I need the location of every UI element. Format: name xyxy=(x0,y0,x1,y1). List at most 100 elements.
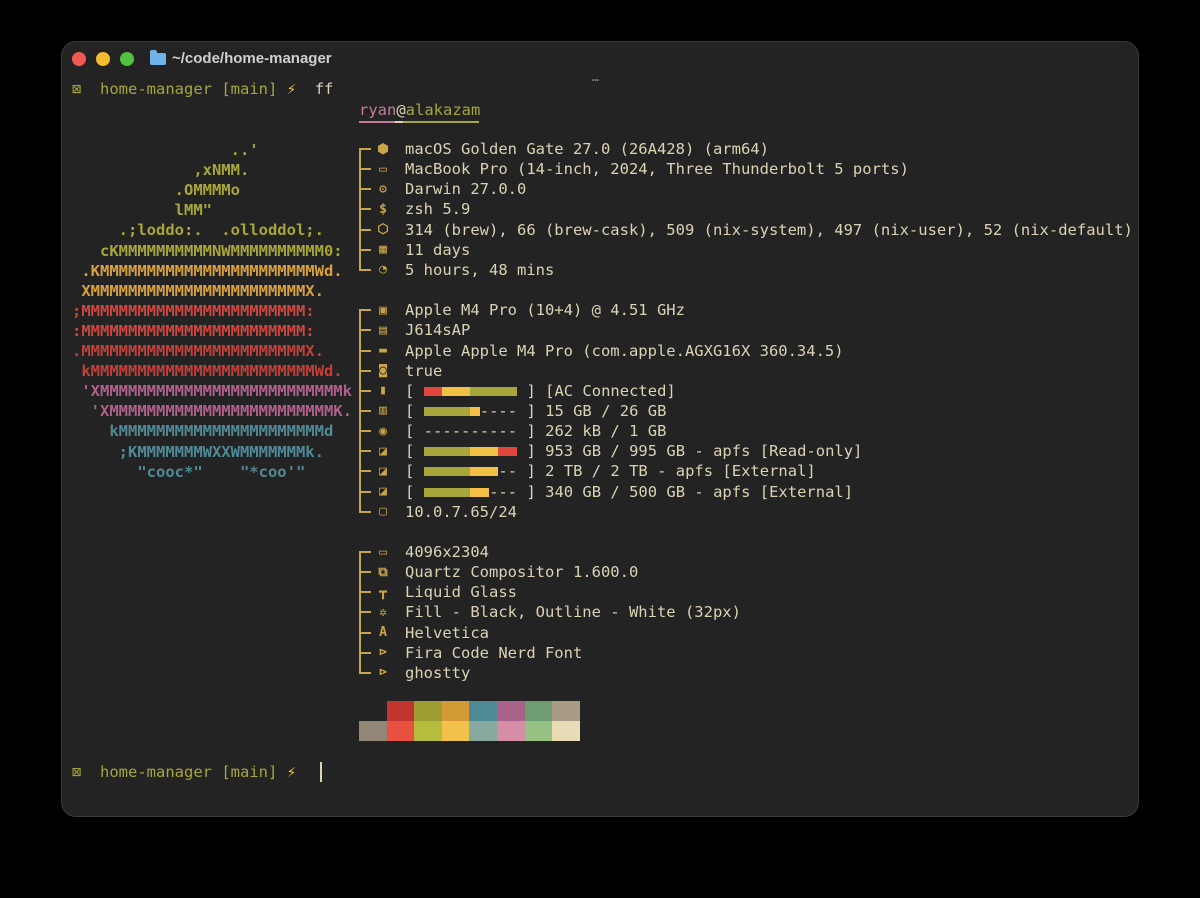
bar-segment-filled xyxy=(423,447,434,457)
bar-segment-empty: - xyxy=(498,422,508,441)
info-row: ▮ [ ] [AC Connected] xyxy=(359,381,676,401)
info-row: ⊳ ghostty xyxy=(359,663,470,683)
color-swatch xyxy=(497,721,525,741)
info-row: ◪ [ -- ] 2 TB / 2 TB - apfs [External] xyxy=(359,461,816,481)
info-row: ◙ true xyxy=(359,361,442,381)
paint-roller-icon: ┳ xyxy=(379,584,387,600)
bolt-icon: ⚡ xyxy=(286,763,297,781)
username: ryan xyxy=(359,101,397,119)
bar-segment-filled xyxy=(470,487,480,497)
color-swatch xyxy=(441,721,470,741)
bar-segment-filled xyxy=(470,406,480,416)
display-icon: ▭ xyxy=(379,544,387,560)
prompt-dir: home-manager xyxy=(100,763,212,781)
bar-open-bracket: [ xyxy=(405,482,424,501)
bar-open-bracket: [ xyxy=(405,422,424,441)
bar-segment-filled xyxy=(461,447,471,457)
bar-segment-filled xyxy=(470,386,480,396)
bar-segment-filled xyxy=(461,487,471,497)
bar-segment-empty: - xyxy=(507,482,518,501)
bar-segment-filled xyxy=(423,406,434,416)
bar-segment-empty: - xyxy=(461,422,471,441)
tree-branch xyxy=(359,409,371,412)
bar-segment-filled xyxy=(433,447,443,457)
calendar-icon: ▦ xyxy=(379,242,387,258)
close-button[interactable] xyxy=(72,52,86,66)
prompt-dir: home-manager xyxy=(100,80,212,98)
bar-segment-filled xyxy=(423,467,434,477)
prompt-branch: [main] xyxy=(221,763,278,781)
bar-segment-filled xyxy=(442,386,452,396)
bar-segment-filled xyxy=(498,386,508,396)
info-value: 5 hours, 48 mins xyxy=(405,260,555,279)
color-swatch xyxy=(552,701,581,721)
info-value: J614sAP xyxy=(405,321,471,340)
info-value: MacBook Pro (14-inch, 2024, Three Thunde… xyxy=(405,160,909,179)
info-value: Fill - Black, Outline - White (32px) xyxy=(405,603,741,622)
info-value: Darwin 27.0.0 xyxy=(405,180,527,199)
ascii-logo-line: kMMMMMMMMMMMMMMMMMMMMMMMMWd. xyxy=(72,362,343,381)
bar-segment-filled xyxy=(479,487,490,497)
info-row: ▣ Apple M4 Pro (10+4) @ 4.51 GHz xyxy=(359,300,685,320)
bar-segment-filled xyxy=(479,467,490,477)
bar-segment-filled xyxy=(433,467,443,477)
gpu-icon: ▬ xyxy=(379,343,387,358)
bar-segment-filled xyxy=(461,467,471,477)
bar-segment-empty: - xyxy=(442,422,452,441)
tree-branch xyxy=(359,168,371,171)
nix-icon: ⊠ xyxy=(72,763,82,781)
info-value: ghostty xyxy=(405,663,471,682)
color-swatch xyxy=(414,721,443,741)
info-value: Apple M4 Pro (10+4) @ 4.51 GHz xyxy=(405,301,685,320)
info-row: ⬡ 314 (brew), 66 (brew-cask), 509 (nix-sy… xyxy=(359,220,1133,240)
bar-close-bracket: ] xyxy=(517,381,546,400)
tree-cap xyxy=(359,148,367,150)
info-value: 953 GB / 995 GB - apfs [Read-only] xyxy=(545,442,863,461)
terminal-icon: ⊳ xyxy=(379,665,387,681)
bar-segment-filled xyxy=(451,467,462,477)
prompt-line-active[interactable]: ⊠ home-manager [main] ⚡ xyxy=(72,762,296,782)
cursor-icon: ✲ xyxy=(379,604,387,620)
info-value: Helvetica xyxy=(405,623,489,642)
info-row: ◪ [ --- ] 340 GB / 500 GB - apfs [Externa… xyxy=(359,482,853,502)
user-host: ryan@alakazam xyxy=(359,100,480,120)
minimize-button[interactable] xyxy=(96,52,110,66)
bar-segment-empty: - xyxy=(451,422,462,441)
bar-segment-empty: - xyxy=(433,422,443,441)
zoom-button[interactable] xyxy=(120,52,134,66)
bar-segment-empty: - xyxy=(498,462,508,481)
bar-segment-filled xyxy=(451,487,462,497)
cpu-icon: ▣ xyxy=(379,302,387,318)
bar-segment-filled xyxy=(507,386,518,396)
tree-branch xyxy=(359,611,371,614)
bar-segment-filled xyxy=(451,447,462,457)
bar-open-bracket: [ xyxy=(405,462,424,481)
laptop-icon: ▭ xyxy=(379,161,387,177)
tree-branch xyxy=(359,188,371,191)
clock-icon: ◔ xyxy=(379,262,387,278)
folder-icon xyxy=(150,49,166,65)
window-title: ~/code/home-manager xyxy=(150,49,332,67)
tab-overflow-icon[interactable]: … xyxy=(592,70,599,84)
tree-branch xyxy=(359,228,371,231)
terminal-font-icon: ⊳ xyxy=(379,645,387,661)
kernel-icon: ⚙ xyxy=(379,181,387,197)
disk-icon: ◪ xyxy=(379,443,387,459)
hostname: alakazam xyxy=(405,101,481,119)
ascii-logo-line: cKMMMMMMMMMMNWMMMMMMMMMM0: xyxy=(72,241,343,260)
prompt-branch: [main] xyxy=(221,80,278,98)
usage-bar-row: [ --- ] 340 GB / 500 GB - apfs [External… xyxy=(405,483,853,501)
info-value: 15 GB / 26 GB xyxy=(545,401,667,420)
bar-segment-filled xyxy=(470,447,480,457)
bar-close-bracket: ] xyxy=(517,482,546,501)
info-row: ◔ 5 hours, 48 mins xyxy=(359,260,554,280)
bar-segment-filled xyxy=(423,386,434,396)
bar-segment-filled xyxy=(498,447,508,457)
color-swatch xyxy=(441,701,470,721)
bar-segment-empty: - xyxy=(423,422,434,441)
bar-segment-empty: - xyxy=(498,401,508,420)
info-row: ◪ [ ] 953 GB / 995 GB - apfs [Read-only] xyxy=(359,441,862,461)
prompt-line: ⊠ home-manager [main] ⚡ ff xyxy=(72,79,333,99)
info-value: [AC Connected] xyxy=(545,381,676,400)
info-value: 262 kB / 1 GB xyxy=(545,422,667,441)
